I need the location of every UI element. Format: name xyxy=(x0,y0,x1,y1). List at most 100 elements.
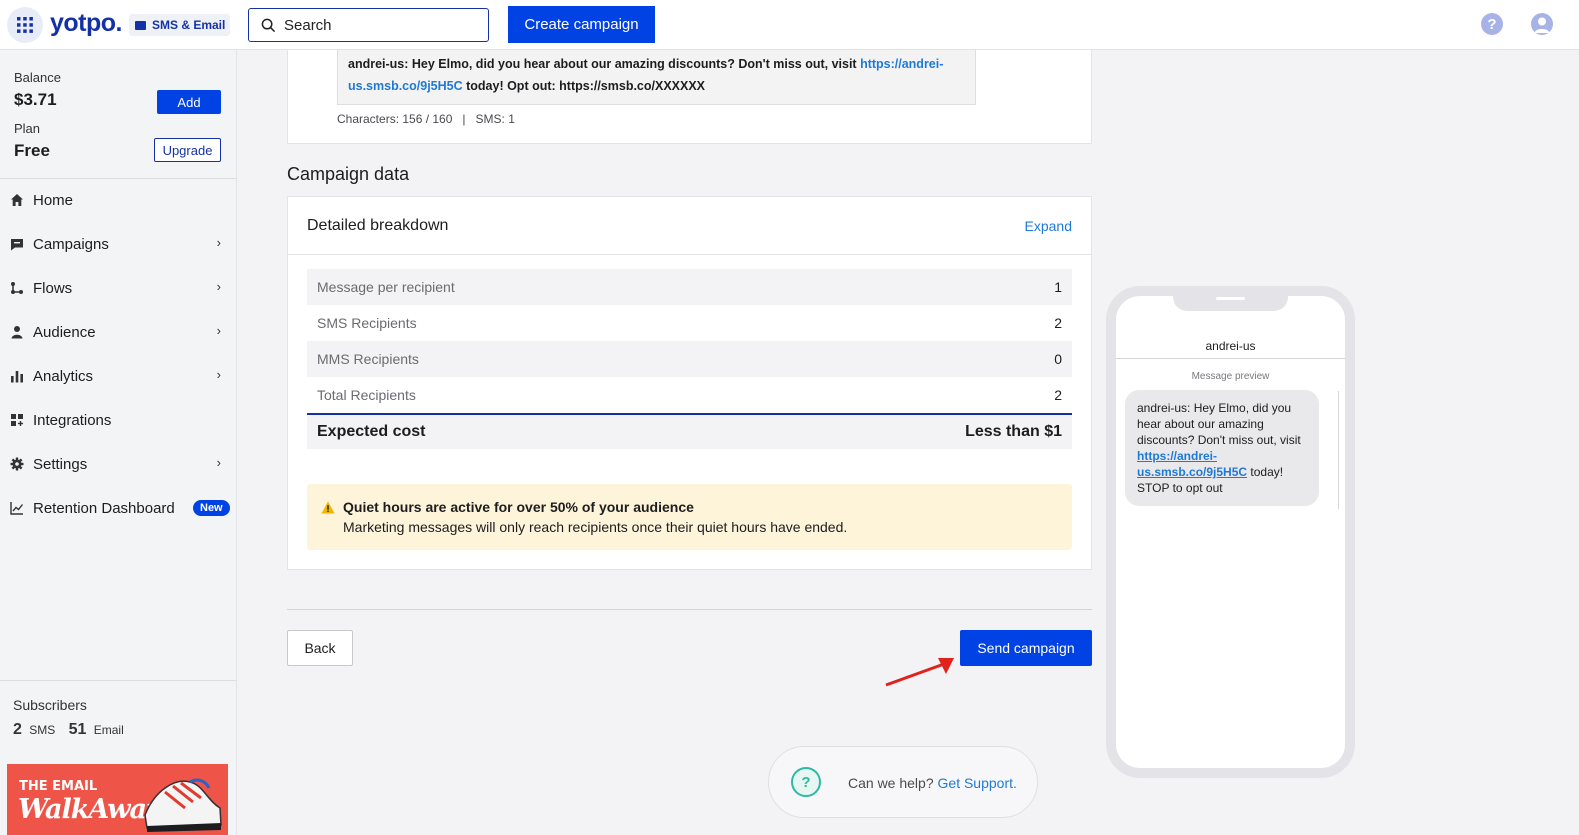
add-balance-button[interactable]: Add xyxy=(157,90,221,114)
app-grid-icon[interactable] xyxy=(7,7,43,43)
breakdown-table: Message per recipient 1 SMS Recipients 2… xyxy=(307,269,1072,449)
search-input[interactable]: Search xyxy=(248,8,489,42)
flows-icon xyxy=(10,281,24,295)
flag-icon xyxy=(135,20,146,30)
sidebar-item-retention-dashboard[interactable]: Retention Dashboard New xyxy=(0,486,237,530)
chevron-right-icon: › xyxy=(216,455,221,470)
message-link-part-2[interactable]: us.smsb.co/9j5H5C xyxy=(348,79,463,93)
sidebar-item-analytics[interactable]: Analytics › xyxy=(0,354,237,398)
sidebar-item-label: Flows xyxy=(33,279,73,297)
subscribers-label: Subscribers xyxy=(13,697,87,713)
user-avatar-icon[interactable] xyxy=(1531,13,1553,35)
gear-icon xyxy=(10,457,24,471)
integrations-icon xyxy=(10,413,24,427)
row-value: 1 xyxy=(1054,279,1062,295)
sidebar-item-flows[interactable]: Flows › xyxy=(0,266,237,310)
row-value: 2 xyxy=(1054,315,1062,331)
chevron-right-icon: › xyxy=(216,279,221,294)
red-arrow-annotation xyxy=(885,658,954,687)
chevron-right-icon: › xyxy=(216,323,221,338)
sneaker-image xyxy=(144,778,222,832)
bubble-text-prefix: andrei-us: Hey Elmo, did you hear about … xyxy=(1137,401,1301,447)
table-row: Message per recipient 1 xyxy=(307,269,1072,305)
table-row: Total Recipients 2 xyxy=(307,377,1072,413)
expected-cost-value: Less than $1 xyxy=(965,423,1062,440)
sidebar-item-label: Home xyxy=(33,191,74,209)
sms-label: SMS xyxy=(29,723,56,737)
sidebar-item-integrations[interactable]: Integrations xyxy=(0,398,237,442)
chevron-right-icon: › xyxy=(216,367,221,382)
sidebar-item-label: Analytics xyxy=(33,367,94,385)
phone-notch xyxy=(1173,286,1288,311)
subscribers-counts: 2 SMS 51 Email xyxy=(13,721,124,739)
phone-preview: andrei-us Message preview andrei-us: Hey… xyxy=(1106,286,1355,778)
table-row: SMS Recipients 2 xyxy=(307,305,1072,341)
support-widget[interactable]: ? Can we help? Get Support. xyxy=(768,746,1038,818)
campaign-data-card: Detailed breakdown Expand Message per re… xyxy=(287,196,1092,570)
expected-cost-label: Expected cost xyxy=(317,423,426,440)
get-support-link[interactable]: Get Support. xyxy=(938,775,1017,791)
message-text-box: andrei-us: Hey Elmo, did you hear about … xyxy=(337,50,976,105)
send-campaign-button[interactable]: Send campaign xyxy=(960,630,1092,666)
message-text-prefix: andrei-us: Hey Elmo, did you hear about … xyxy=(348,57,861,71)
sidebar-nav: Home Campaigns › Flows › Audience › Anal… xyxy=(0,178,237,530)
table-row: MMS Recipients 0 xyxy=(307,341,1072,377)
sidebar-divider xyxy=(0,680,237,681)
sidebar-item-label: Integrations xyxy=(33,411,112,429)
speaker-bar xyxy=(1216,297,1245,300)
row-value: 0 xyxy=(1054,351,1062,367)
expand-link[interactable]: Expand xyxy=(1025,218,1072,234)
sidebar-item-audience[interactable]: Audience › xyxy=(0,310,237,354)
sidebar: Balance $3.71 Add Plan Free Upgrade Home… xyxy=(0,50,237,835)
person-icon xyxy=(10,325,24,339)
message-text-suffix: today! Opt out: https://smsb.co/XXXXXX xyxy=(462,79,706,93)
email-label: Email xyxy=(93,723,124,737)
banner-line-1: THE EMAIL xyxy=(19,779,98,794)
sidebar-item-settings[interactable]: Settings › xyxy=(0,442,237,486)
balance-value: $3.71 xyxy=(14,90,57,109)
warning-icon xyxy=(321,501,335,514)
plan-label: Plan xyxy=(14,121,41,136)
sms-count: 2 xyxy=(13,721,22,738)
top-bar: yotpo. SMS & Email Search Create campaig… xyxy=(0,0,1579,50)
yotpo-logo[interactable]: yotpo. xyxy=(50,9,123,38)
balance-label: Balance xyxy=(14,70,61,85)
back-button[interactable]: Back xyxy=(287,630,353,666)
phone-scrollbar xyxy=(1338,391,1339,509)
create-campaign-button[interactable]: Create campaign xyxy=(508,6,655,43)
phone-header-divider xyxy=(1116,358,1345,359)
row-label: SMS Recipients xyxy=(317,315,417,331)
product-name: SMS & Email xyxy=(152,18,226,32)
plan-value: Free xyxy=(14,141,50,160)
message-link-part-1[interactable]: https://andrei- xyxy=(860,57,943,71)
upgrade-button[interactable]: Upgrade xyxy=(154,138,221,162)
support-question: Can we help? xyxy=(848,775,934,791)
row-label: Message per recipient xyxy=(317,279,455,295)
help-icon[interactable]: ? xyxy=(1481,13,1503,35)
promo-banner[interactable]: THE EMAIL WalkAway xyxy=(7,764,228,835)
message-preview-label: Message preview xyxy=(1191,371,1270,382)
row-value: 2 xyxy=(1054,387,1062,403)
sidebar-item-label: Settings xyxy=(33,455,88,473)
sidebar-item-campaigns[interactable]: Campaigns › xyxy=(0,222,237,266)
row-label: MMS Recipients xyxy=(317,351,419,367)
warning-body: Marketing messages will only reach recip… xyxy=(343,519,848,535)
actions-divider xyxy=(287,609,1092,610)
new-badge: New xyxy=(193,500,230,516)
breakdown-header: Detailed breakdown Expand xyxy=(288,197,1091,255)
quiet-hours-warning: Quiet hours are active for over 50% of y… xyxy=(307,484,1072,550)
support-text: Can we help? Get Support. xyxy=(848,775,1017,791)
sidebar-item-home[interactable]: Home xyxy=(0,178,237,222)
bubble-link[interactable]: https://andrei-us.smsb.co/9j5H5C xyxy=(1137,449,1247,479)
bar-chart-icon xyxy=(10,369,24,383)
row-label: Total Recipients xyxy=(317,387,416,403)
search-icon xyxy=(261,18,276,32)
question-icon: ? xyxy=(791,767,821,797)
warning-title: Quiet hours are active for over 50% of y… xyxy=(343,499,694,515)
search-placeholder: Search xyxy=(284,16,332,34)
character-count: Characters: 156 / 160 | SMS: 1 xyxy=(337,112,515,126)
sidebar-item-label: Audience xyxy=(33,323,96,341)
sender-name: andrei-us xyxy=(1205,339,1256,353)
sidebar-item-label: Campaigns xyxy=(33,235,109,253)
message-bubble: andrei-us: Hey Elmo, did you hear about … xyxy=(1125,390,1319,506)
